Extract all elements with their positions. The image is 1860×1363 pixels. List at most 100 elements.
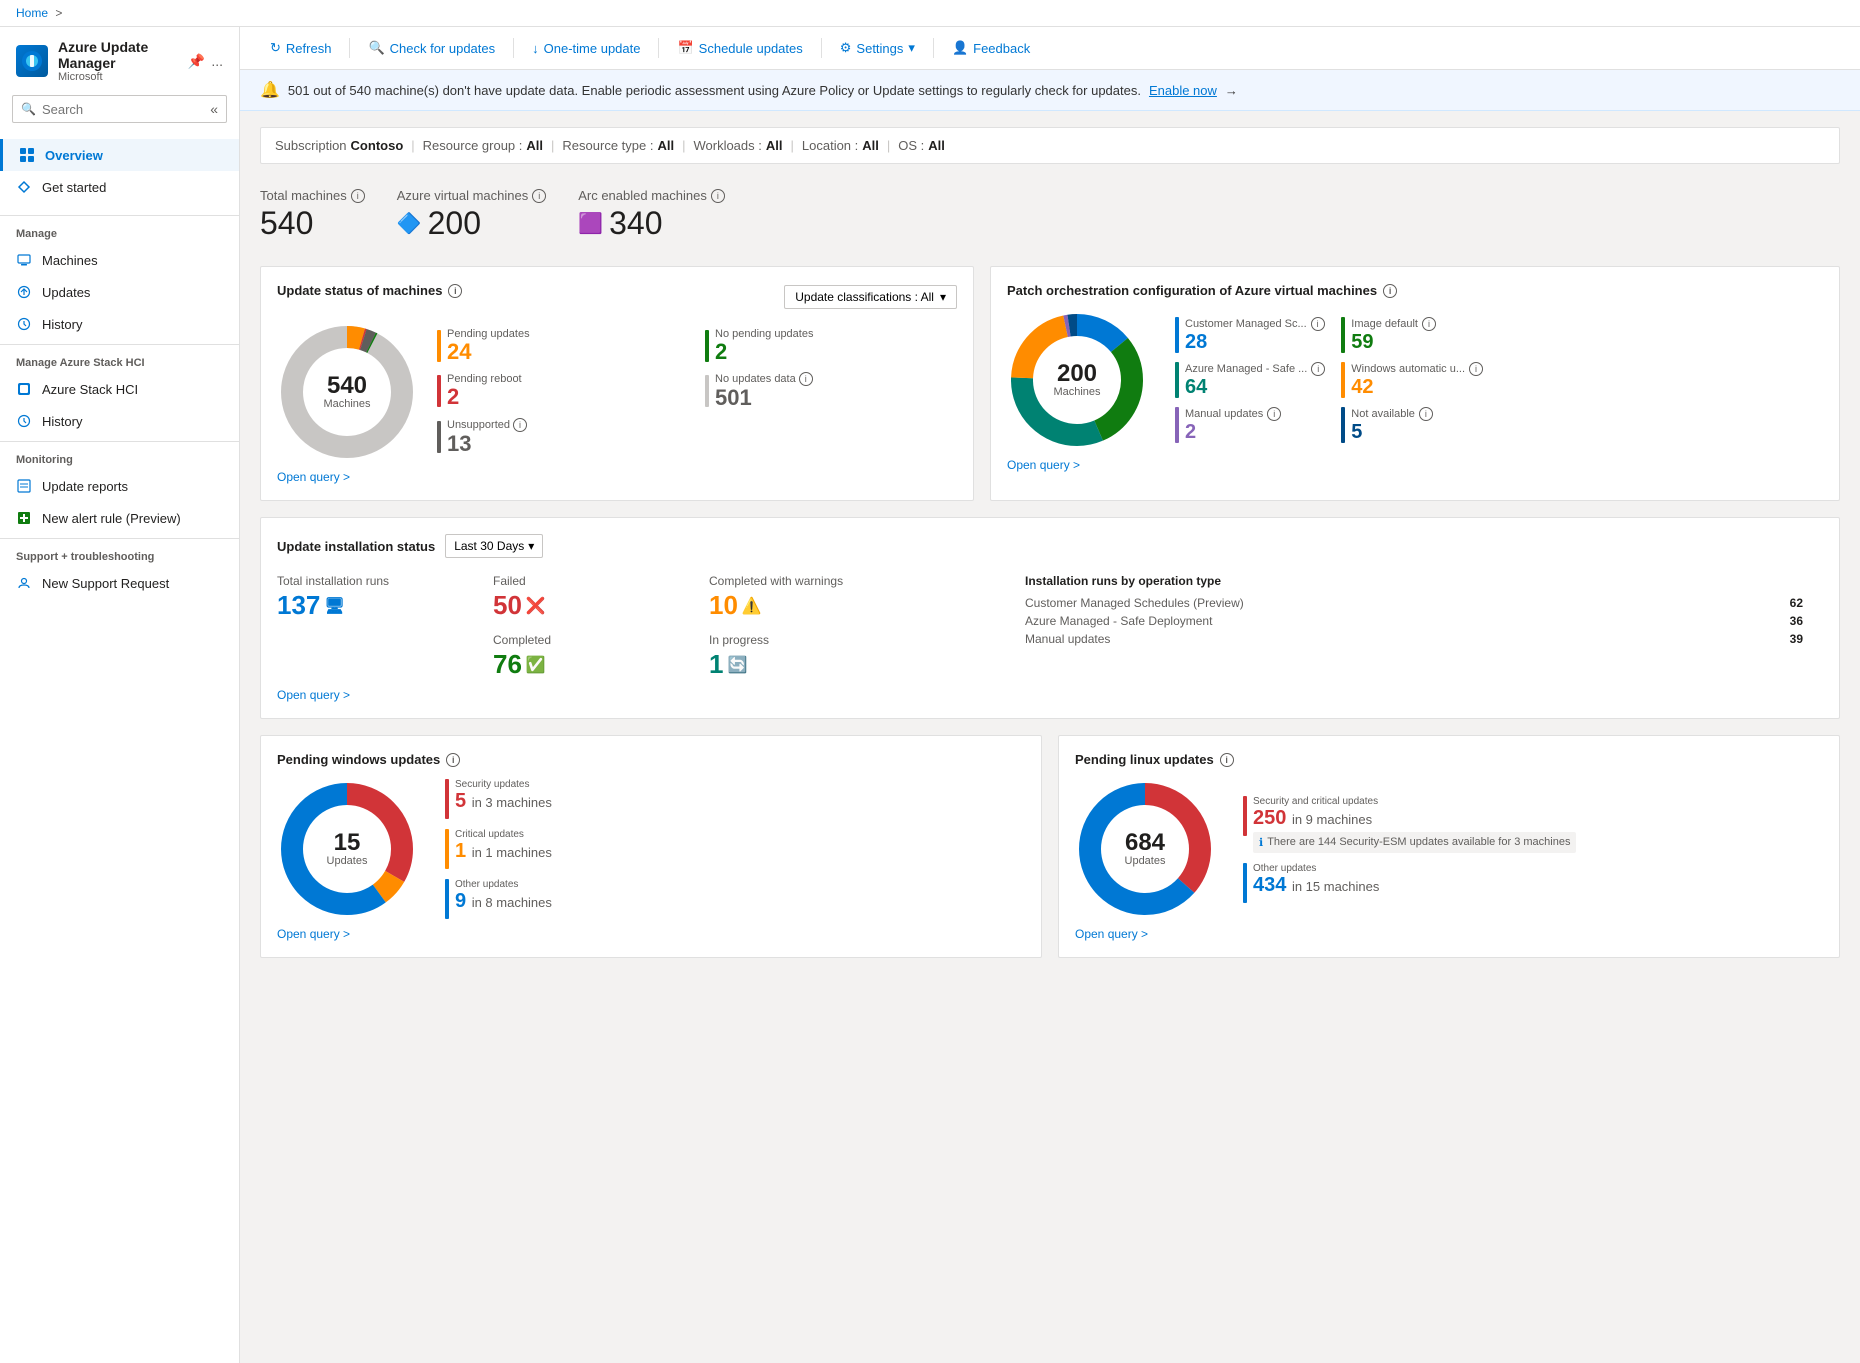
total-machines-info-icon[interactable]: i xyxy=(351,189,365,203)
pending-windows-info-icon[interactable]: i xyxy=(446,753,460,767)
filter-subscription-value[interactable]: Contoso xyxy=(351,138,404,153)
pending-linux-info-icon[interactable]: i xyxy=(1220,753,1234,767)
legend-no-updates-data: No updates data i 501 xyxy=(705,372,957,410)
patch-content-customer: Customer Managed Sc... i 28 xyxy=(1185,317,1325,354)
windows-critical-bar xyxy=(445,829,449,869)
schedule-updates-button[interactable]: 📅 Schedule updates xyxy=(667,35,812,61)
settings-chevron-icon: ▾ xyxy=(908,40,915,56)
patch-open-query[interactable]: Open query > xyxy=(1007,458,1080,472)
linux-security-bar xyxy=(1243,796,1247,836)
nav-item-get-started[interactable]: Get started xyxy=(0,171,239,203)
nav-item-azure-stack-hci[interactable]: Azure Stack HCI xyxy=(0,373,239,405)
patch-na-info[interactable]: i xyxy=(1419,407,1433,421)
filter-workloads-label: Workloads : xyxy=(693,138,761,153)
settings-button[interactable]: ⚙ Settings ▾ xyxy=(830,35,925,61)
patch-legend: Customer Managed Sc... i 28 Image defaul… xyxy=(1175,317,1492,444)
nav-item-update-reports[interactable]: Update reports xyxy=(0,470,239,502)
installation-title: Update installation status xyxy=(277,539,435,554)
feedback-icon: 👤 xyxy=(952,40,968,56)
patch-windows-info[interactable]: i xyxy=(1469,362,1483,376)
nav-section-manage: Manage xyxy=(0,220,239,244)
windows-security-bar xyxy=(445,779,449,819)
pending-linux-open-query[interactable]: Open query > xyxy=(1075,927,1148,941)
patch-legend-azure-managed: Azure Managed - Safe ... i 64 xyxy=(1175,362,1325,399)
banner-link[interactable]: Enable now xyxy=(1149,83,1217,98)
filter-rt-value[interactable]: All xyxy=(657,138,674,153)
run-row-manual: Manual updates 39 xyxy=(1025,632,1823,646)
legend-pending-reboot: Pending reboot 2 xyxy=(437,372,689,410)
ellipsis-button[interactable]: ... xyxy=(211,53,223,70)
filter-rg-value[interactable]: All xyxy=(526,138,543,153)
patch-bar-customer xyxy=(1175,317,1179,353)
pending-windows-legend: Security updates 5 in 3 machines Critica… xyxy=(445,779,552,919)
top-cards-row: Update status of machines i Update class… xyxy=(260,266,1840,501)
patch-orchestration-card: Patch orchestration configuration of Azu… xyxy=(990,266,1840,501)
no-updates-data-bar xyxy=(705,375,709,407)
unsupported-bar xyxy=(437,421,441,453)
in-progress-icon: 🔄 xyxy=(727,655,747,675)
update-status-info-icon[interactable]: i xyxy=(448,284,462,298)
patch-azure-info[interactable]: i xyxy=(1311,362,1325,376)
installation-open-query[interactable]: Open query > xyxy=(277,688,350,702)
arc-info-icon[interactable]: i xyxy=(711,189,725,203)
filter-location-value[interactable]: All xyxy=(862,138,879,153)
linux-security-info: Security and critical updates 250 in 9 m… xyxy=(1253,796,1576,853)
pending-windows-donut-label: 15 Updates xyxy=(327,831,368,867)
update-status-title: Update status of machines i xyxy=(277,283,462,298)
patch-content-azure-managed: Azure Managed - Safe ... i 64 xyxy=(1185,362,1325,399)
one-time-update-button[interactable]: ↓ One-time update xyxy=(522,36,650,61)
search-input[interactable] xyxy=(42,102,204,117)
update-status-legend-grid: Pending updates 24 No pending updates 2 xyxy=(437,328,957,457)
patch-manual-info[interactable]: i xyxy=(1267,407,1281,421)
pending-linux-donut-label: 684 Updates xyxy=(1125,831,1166,867)
nav-item-history2[interactable]: History xyxy=(0,405,239,437)
filter-location-label: Location : xyxy=(802,138,858,153)
toolbar-divider-3 xyxy=(658,38,659,58)
failed-stat: Failed 50 ❌ xyxy=(493,574,693,621)
nav-item-history[interactable]: History xyxy=(0,308,239,340)
machines-icon xyxy=(16,252,32,268)
patch-orchestration-donut: 200 Machines xyxy=(1007,310,1147,450)
nav-section-support: Support + troubleshooting xyxy=(0,543,239,567)
no-updates-data-content: No updates data i 501 xyxy=(715,372,813,410)
pending-windows-donut-section: 15 Updates Security updates 5 in 3 machi… xyxy=(277,779,1025,919)
filter-os-value[interactable]: All xyxy=(928,138,945,153)
overview-icon xyxy=(19,147,35,163)
azure-vm-info-icon[interactable]: i xyxy=(532,189,546,203)
nav-item-machines[interactable]: Machines xyxy=(0,244,239,276)
filter-workloads-value[interactable]: All xyxy=(766,138,783,153)
patch-image-info[interactable]: i xyxy=(1422,317,1436,331)
check-updates-button[interactable]: 🔍 Check for updates xyxy=(358,35,505,61)
banner-arrow: → xyxy=(1225,83,1238,98)
completed-icon: ✅ xyxy=(526,655,546,675)
no-updates-info-icon[interactable]: i xyxy=(799,372,813,386)
windows-other-bar xyxy=(445,879,449,919)
filter-sep-1: | xyxy=(411,138,414,153)
update-status-open-query[interactable]: Open query > xyxy=(277,470,350,484)
pending-windows-open-query[interactable]: Open query > xyxy=(277,927,350,941)
patch-customer-info[interactable]: i xyxy=(1311,317,1325,331)
nav-section-monitoring: Monitoring xyxy=(0,446,239,470)
unsupported-info-icon[interactable]: i xyxy=(513,418,527,432)
time-chevron-icon: ▾ xyxy=(528,539,534,553)
nav-item-new-alert[interactable]: New alert rule (Preview) xyxy=(0,502,239,534)
collapse-button[interactable]: « xyxy=(210,101,218,117)
pending-updates-bar xyxy=(437,330,441,362)
nav-item-updates[interactable]: Updates xyxy=(0,276,239,308)
time-period-dropdown[interactable]: Last 30 Days ▾ xyxy=(445,534,543,558)
pin-button[interactable]: 📌 xyxy=(188,53,205,70)
app-subtitle: Microsoft xyxy=(58,71,178,83)
nav-item-overview[interactable]: Overview xyxy=(0,139,239,171)
patch-legend-not-available: Not available i 5 xyxy=(1341,407,1491,444)
install-stats-col3: Completed with warnings 10 ⚠️ In progres… xyxy=(709,574,1009,680)
refresh-button[interactable]: ↻ Refresh xyxy=(260,35,341,61)
feedback-button[interactable]: 👤 Feedback xyxy=(942,35,1040,61)
home-link[interactable]: Home xyxy=(16,6,48,20)
gear-icon: ⚙ xyxy=(840,40,852,56)
unsupported-content: Unsupported i 13 xyxy=(447,418,527,456)
nav-item-new-support[interactable]: New Support Request xyxy=(0,567,239,599)
update-classifications-dropdown[interactable]: Update classifications : All ▾ xyxy=(784,285,957,309)
sidebar-header: Azure Update Manager Microsoft 📌 ... xyxy=(0,27,239,91)
filter-rt-label: Resource type : xyxy=(562,138,653,153)
patch-info-icon[interactable]: i xyxy=(1383,284,1397,298)
